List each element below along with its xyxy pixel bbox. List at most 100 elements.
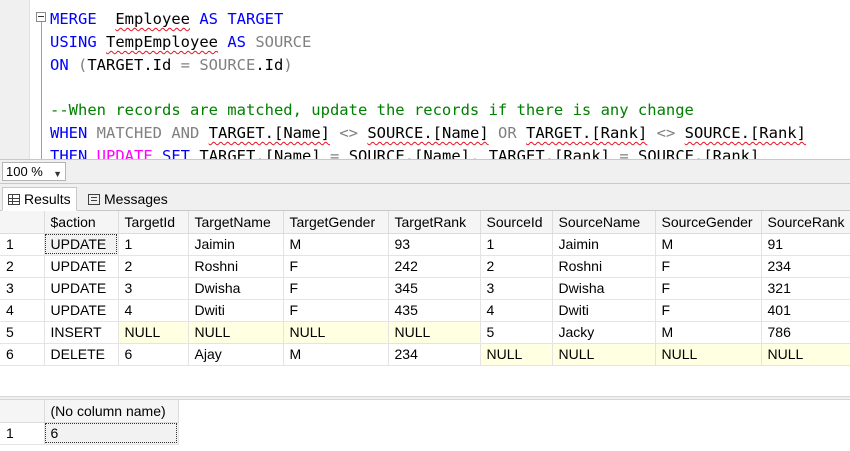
grid-corner[interactable] bbox=[0, 211, 45, 234]
table-cell[interactable]: 1 bbox=[480, 233, 553, 256]
table-cell[interactable]: NULL bbox=[761, 343, 850, 366]
table-cell[interactable]: Ajay bbox=[188, 343, 284, 366]
table-cell[interactable]: Jaimin bbox=[188, 233, 284, 256]
messages-icon bbox=[88, 193, 100, 205]
zoom-select[interactable]: 100 % ▼ bbox=[2, 162, 66, 181]
table-cell[interactable]: Roshni bbox=[552, 255, 656, 278]
table-cell[interactable]: UPDATE bbox=[44, 255, 119, 278]
table-cell[interactable]: M bbox=[655, 233, 762, 256]
table-cell[interactable]: 345 bbox=[388, 277, 481, 300]
table-cell[interactable]: NULL bbox=[552, 343, 656, 366]
table-cell[interactable]: 2 bbox=[480, 255, 553, 278]
code-token: WHEN bbox=[50, 123, 88, 142]
code-token: MERGE bbox=[50, 10, 97, 28]
tab-messages[interactable]: Messages bbox=[83, 187, 173, 211]
table-cell[interactable]: 2 bbox=[118, 255, 189, 278]
sql-code[interactable]: MERGE Employee AS TARGET USING TempEmploy… bbox=[50, 8, 806, 159]
table-cell[interactable]: 3 bbox=[480, 277, 553, 300]
table-cell[interactable]: 6 bbox=[44, 422, 179, 445]
table-cell[interactable]: F bbox=[655, 299, 762, 322]
table-cell[interactable]: 3 bbox=[118, 277, 189, 300]
table-cell[interactable]: NULL bbox=[388, 321, 481, 344]
results-grid-merge[interactable]: $action TargetId TargetName TargetGender Tar… bbox=[0, 211, 850, 366]
table-cell[interactable]: 234 bbox=[761, 255, 850, 278]
table-cell[interactable]: 321 bbox=[761, 277, 850, 300]
tab-results[interactable]: Results bbox=[2, 187, 77, 211]
table-cell[interactable]: NULL bbox=[283, 321, 389, 344]
table-cell[interactable]: 435 bbox=[388, 299, 481, 322]
table-cell[interactable]: M bbox=[283, 233, 389, 256]
row-number[interactable]: 2 bbox=[0, 255, 45, 278]
table-cell[interactable]: NULL bbox=[118, 321, 189, 344]
table-cell[interactable]: Jacky bbox=[552, 321, 656, 344]
row-number[interactable]: 5 bbox=[0, 321, 45, 344]
column-header[interactable]: SourceRank bbox=[761, 211, 850, 234]
row-number[interactable]: 3 bbox=[0, 277, 45, 300]
grid-corner[interactable] bbox=[0, 400, 45, 423]
column-header[interactable]: TargetName bbox=[188, 211, 284, 234]
table-cell[interactable]: 786 bbox=[761, 321, 850, 344]
results-grid-count[interactable]: (No column name) 16 bbox=[0, 400, 179, 445]
table-cell[interactable]: DELETE bbox=[44, 343, 119, 366]
row-number[interactable]: 1 bbox=[0, 422, 45, 445]
table-cell[interactable]: 401 bbox=[761, 299, 850, 322]
table-cell[interactable]: 5 bbox=[480, 321, 553, 344]
table-cell[interactable]: NULL bbox=[480, 343, 553, 366]
table-row[interactable]: 6 DELETE 6 Ajay M 234 NULL NULL NULL NULL bbox=[0, 343, 850, 366]
column-header[interactable]: TargetRank bbox=[388, 211, 481, 234]
tab-messages-label: Messages bbox=[104, 191, 168, 207]
table-cell[interactable]: NULL bbox=[655, 343, 762, 366]
chevron-down-icon: ▼ bbox=[53, 169, 62, 179]
table-cell[interactable]: F bbox=[655, 255, 762, 278]
table-row[interactable]: 16 bbox=[0, 422, 179, 445]
table-row[interactable]: 2 UPDATE 2 Roshni F 242 2 Roshni F 234 bbox=[0, 255, 850, 278]
fold-line bbox=[41, 22, 42, 159]
table-cell[interactable]: 242 bbox=[388, 255, 481, 278]
table-row[interactable]: 1 UPDATE 1 Jaimin M 93 1 Jaimin M 91 bbox=[0, 233, 850, 256]
query-editor[interactable]: MERGE Employee AS TARGET USING TempEmploy… bbox=[0, 0, 850, 159]
column-header[interactable]: TargetGender bbox=[283, 211, 389, 234]
table-cell[interactable]: Jaimin bbox=[552, 233, 656, 256]
table-cell[interactable]: 4 bbox=[480, 299, 553, 322]
table-cell[interactable]: 1 bbox=[118, 233, 189, 256]
table-cell[interactable]: M bbox=[283, 343, 389, 366]
table-cell[interactable]: 93 bbox=[388, 233, 481, 256]
table-row[interactable]: 4 UPDATE 4 Dwiti F 435 4 Dwiti F 401 bbox=[0, 299, 850, 322]
code-token: USING bbox=[50, 32, 97, 51]
code-token: UPDATE bbox=[96, 146, 153, 159]
column-header[interactable]: $action bbox=[44, 211, 119, 234]
table-cell[interactable]: NULL bbox=[188, 321, 284, 344]
table-cell[interactable]: UPDATE bbox=[44, 299, 119, 322]
column-header[interactable]: TargetId bbox=[118, 211, 189, 234]
row-number[interactable]: 1 bbox=[0, 233, 45, 256]
table-cell[interactable]: Dwisha bbox=[552, 277, 656, 300]
table-cell[interactable]: UPDATE bbox=[44, 277, 119, 300]
code-token: TARGET bbox=[525, 123, 582, 142]
table-cell[interactable]: Roshni bbox=[188, 255, 284, 278]
table-cell[interactable]: 91 bbox=[761, 233, 850, 256]
gutter-border bbox=[29, 0, 30, 159]
column-header[interactable]: (No column name) bbox=[44, 400, 179, 423]
column-header[interactable]: SourceGender bbox=[655, 211, 762, 234]
row-number[interactable]: 4 bbox=[0, 299, 45, 322]
table-cell[interactable]: F bbox=[283, 277, 389, 300]
table-cell[interactable]: UPDATE bbox=[44, 233, 119, 256]
table-cell[interactable]: INSERT bbox=[44, 321, 119, 344]
table-cell[interactable]: F bbox=[283, 299, 389, 322]
table-cell[interactable]: Dwiti bbox=[552, 299, 656, 322]
table-cell[interactable]: 4 bbox=[118, 299, 189, 322]
table-cell[interactable]: 6 bbox=[118, 343, 189, 366]
table-row[interactable]: 5 INSERT NULL NULL NULL NULL 5 Jacky M 786 bbox=[0, 321, 850, 344]
collapse-toggle-icon[interactable] bbox=[36, 12, 46, 22]
row-number[interactable]: 6 bbox=[0, 343, 45, 366]
table-cell[interactable]: Dwisha bbox=[188, 277, 284, 300]
table-cell[interactable]: 234 bbox=[388, 343, 481, 366]
table-cell[interactable]: Dwiti bbox=[188, 299, 284, 322]
table-cell[interactable]: F bbox=[655, 277, 762, 300]
table-cell[interactable]: M bbox=[655, 321, 762, 344]
column-header[interactable]: SourceId bbox=[480, 211, 553, 234]
table-cell[interactable]: F bbox=[283, 255, 389, 278]
table-row[interactable]: 3 UPDATE 3 Dwisha F 345 3 Dwisha F 321 bbox=[0, 277, 850, 300]
column-header[interactable]: SourceName bbox=[552, 211, 656, 234]
